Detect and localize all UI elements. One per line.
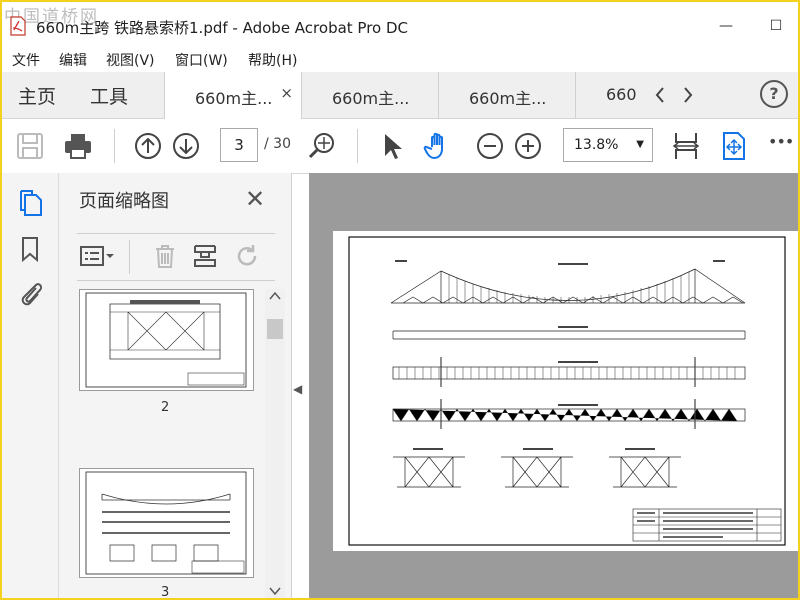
zoom-value: 13.8% [574, 137, 619, 153]
pages-icon[interactable] [16, 189, 44, 217]
thumbnail-drawing [85, 471, 247, 575]
page-down-icon[interactable] [170, 130, 202, 162]
zoom-in-icon[interactable] [512, 130, 544, 162]
tab-document-4[interactable]: 660 [575, 72, 636, 118]
thumbnail-scrollbar[interactable] [265, 289, 285, 598]
help-icon[interactable]: ? [760, 80, 788, 108]
page-thumbnail-2[interactable] [79, 289, 254, 391]
tab-tools[interactable]: 工具 [90, 82, 128, 109]
tab-document-2[interactable]: 660m主... [301, 72, 438, 118]
page-up-icon[interactable] [132, 130, 164, 162]
zoom-out-icon[interactable] [474, 130, 506, 162]
tab-document-1[interactable]: 660m主... × [164, 72, 301, 119]
tab-label: 660 [606, 85, 636, 104]
select-arrow-icon[interactable] [376, 130, 408, 162]
close-icon[interactable]: ✕ [245, 185, 265, 213]
chevron-down-icon: ▼ [636, 139, 644, 150]
page-thumbnails-panel: 页面缩略图 ✕ 2 3 [59, 173, 292, 598]
rotate-icon[interactable] [233, 242, 261, 270]
tab-label: 660m主... [195, 89, 273, 108]
zoom-icon[interactable] [306, 130, 338, 162]
panel-toolbar [77, 233, 275, 281]
tab-home[interactable]: 主页 [18, 82, 56, 109]
maximize-button[interactable]: ☐ [764, 14, 788, 38]
tab-scroll-left-icon[interactable] [652, 85, 668, 105]
thumbnail-label: 2 [161, 400, 170, 415]
fit-page-icon[interactable] [670, 130, 702, 162]
save-icon[interactable] [14, 130, 46, 162]
minimize-button[interactable]: — [714, 14, 738, 38]
scroll-down-icon[interactable] [269, 586, 281, 596]
thumbnail-label: 3 [161, 585, 170, 600]
hand-icon[interactable] [423, 130, 455, 162]
zoom-select[interactable]: 13.8% ▼ [563, 128, 653, 162]
delete-icon[interactable] [151, 242, 179, 270]
toolbar: 3 / 30 13.8% ▼ ••• [2, 119, 798, 174]
menu-window[interactable]: 窗口(W) [175, 50, 228, 70]
thumbnail-drawing [85, 292, 247, 388]
pdf-page [333, 231, 798, 551]
more-tools-icon[interactable]: ••• [768, 132, 794, 151]
tab-scroll-right-icon[interactable] [680, 85, 696, 105]
collapse-panel-icon[interactable]: ◀ [293, 382, 302, 396]
scroll-mode-icon[interactable] [718, 130, 750, 162]
scrollbar-thumb[interactable] [267, 319, 283, 339]
bridge-drawing [348, 236, 786, 546]
menu-edit[interactable]: 编辑 [59, 50, 87, 70]
extract-icon[interactable] [191, 242, 219, 270]
menu-help[interactable]: 帮助(H) [248, 50, 297, 70]
menu-bar: 文件 编辑 视图(V) 窗口(W) 帮助(H) [2, 46, 798, 72]
thumbnail-options-icon[interactable] [79, 242, 115, 270]
print-icon[interactable] [62, 130, 94, 162]
page-thumbnail-3[interactable] [79, 468, 254, 578]
panel-title: 页面缩略图 [79, 191, 169, 212]
bookmark-icon[interactable] [16, 235, 44, 263]
title-bar: 中国道桥网 660m主跨 铁路悬索桥1.pdf - Adobe Acrobat … [2, 2, 798, 46]
tab-document-3[interactable]: 660m主... [438, 72, 575, 118]
tab-bar: 主页 工具 660m主... × 660m主... 660m主... 660 ? [2, 72, 798, 119]
acrobat-window: 中国道桥网 660m主跨 铁路悬索桥1.pdf - Adobe Acrobat … [0, 0, 800, 600]
navigation-rail [2, 173, 59, 598]
tab-label: 660m主... [332, 89, 410, 108]
attachment-icon[interactable] [16, 279, 44, 307]
menu-file[interactable]: 文件 [12, 50, 40, 70]
pdf-file-icon [10, 16, 26, 36]
page-number-input[interactable]: 3 [220, 128, 258, 162]
document-view [309, 173, 798, 598]
window-title: 660m主跨 铁路悬索桥1.pdf - Adobe Acrobat Pro DC [36, 19, 409, 37]
tab-close-icon[interactable]: × [280, 84, 293, 102]
scroll-up-icon[interactable] [269, 291, 281, 301]
menu-view[interactable]: 视图(V) [106, 50, 155, 70]
tab-label: 660m主... [469, 89, 547, 108]
page-total: / 30 [264, 136, 291, 152]
